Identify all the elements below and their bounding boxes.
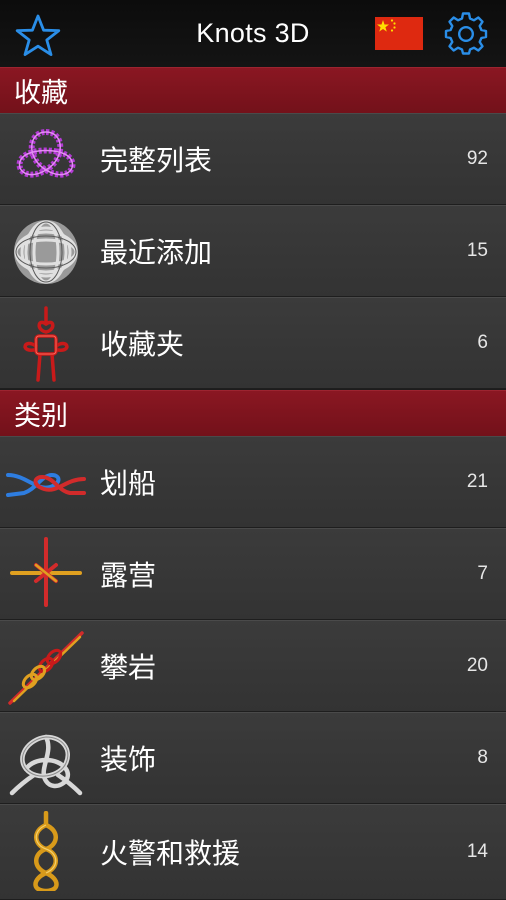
list-item-climbing[interactable]: 攀岩 20 <box>0 620 506 712</box>
list-item-boating[interactable]: 划船 21 <box>0 436 506 528</box>
red-chinese-knot-icon <box>23 306 69 382</box>
list-item-count: 6 <box>477 332 488 353</box>
list-item-label: 完整列表 <box>100 144 213 177</box>
list-item-fire-and-rescue[interactable]: 火警和救援 14 <box>0 804 506 900</box>
china-flag-icon[interactable] <box>375 17 423 50</box>
gear-icon[interactable] <box>444 12 488 56</box>
climbing-knot-icon <box>8 631 84 705</box>
list-item-decorative[interactable]: 装饰 8 <box>0 712 506 804</box>
list-item-label: 露营 <box>100 559 157 592</box>
list-item-label: 攀岩 <box>100 651 157 684</box>
app-title: Knots 3D <box>196 18 310 48</box>
list-item-label: 最近添加 <box>100 236 213 269</box>
section-title: 收藏 <box>14 78 68 109</box>
section-header-categories: 类别 <box>0 390 506 436</box>
purple-trefoil-knot-icon <box>16 128 76 178</box>
list-item-camping[interactable]: 露营 7 <box>0 528 506 620</box>
section-title: 类别 <box>14 401 68 432</box>
list-item-label: 收藏夹 <box>100 328 185 361</box>
list-item-count: 8 <box>477 747 488 768</box>
decorative-knot-icon <box>9 734 83 796</box>
star-outline-icon[interactable] <box>15 13 61 57</box>
list-item-favorites[interactable]: 收藏夹 6 <box>0 297 506 389</box>
list-item-label: 装饰 <box>100 743 157 776</box>
list-item-count: 14 <box>466 841 488 862</box>
list-item-count: 20 <box>466 655 488 676</box>
rescue-figure-eight-icon <box>33 811 59 891</box>
list-item-count: 7 <box>477 563 488 584</box>
list-item-count: 92 <box>466 148 488 169</box>
list-item-full-list[interactable]: 完整列表 92 <box>0 113 506 205</box>
monkey-fist-knot-icon <box>14 220 78 284</box>
camping-knot-icon <box>10 537 82 607</box>
navigation-bar: Knots 3D <box>0 0 506 67</box>
list-item-label: 火警和救援 <box>100 837 241 870</box>
boating-knot-icon <box>6 472 86 497</box>
section-header-favorites: 收藏 <box>0 67 506 113</box>
list-item-label: 划船 <box>100 467 157 500</box>
list-item-recently-added[interactable]: 最近添加 15 <box>0 205 506 297</box>
list-item-count: 15 <box>466 240 488 261</box>
list-item-count: 21 <box>466 471 488 492</box>
